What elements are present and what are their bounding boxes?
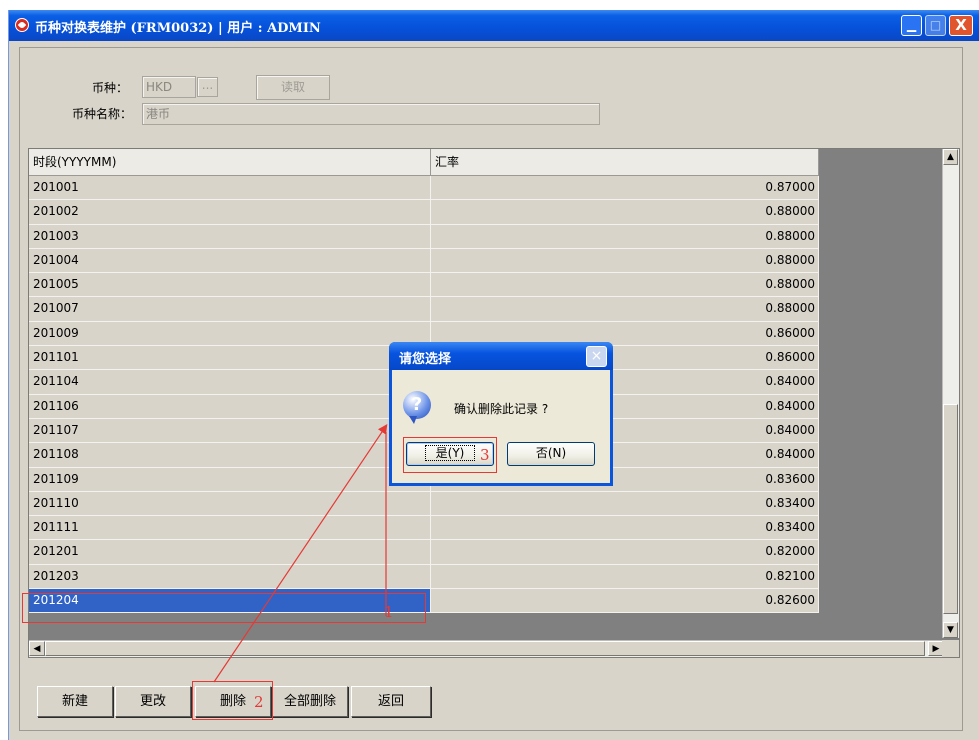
period-cell[interactable]: 201101 [29,346,431,371]
rate-cell[interactable]: 0.82600 [431,589,819,614]
scroll-corner [942,640,959,657]
back-button[interactable]: 返回 [351,686,431,717]
table-row[interactable]: 201002 0.88000 [29,200,819,225]
period-cell[interactable]: 201001 [29,176,431,201]
table-row[interactable]: 201111 0.83400 [29,516,819,541]
rate-cell[interactable]: 0.83400 [431,516,819,541]
title-bar[interactable]: 币种对换表维护 (FRM0032) | 用户 : ADMIN ▁ □ X [9,10,979,41]
delete-all-button[interactable]: 全部删除 [272,686,348,717]
read-button[interactable]: 读取 [256,75,330,100]
new-button[interactable]: 新建 [37,686,113,717]
minimize-button[interactable]: ▁ [901,15,922,36]
dialog-no-button[interactable]: 否(N) [507,442,595,466]
question-icon: ? [403,391,431,424]
period-cell[interactable]: 201110 [29,491,431,517]
rate-cell[interactable]: 0.82100 [431,564,819,590]
period-cell[interactable]: 201004 [29,248,431,274]
scroll-left-icon[interactable]: ◀ [29,641,45,656]
column-header-period[interactable]: 时段(YYYYMM) [29,149,431,176]
period-cell[interactable]: 201002 [29,200,431,225]
period-cell[interactable]: 201203 [29,564,431,590]
period-cell[interactable]: 201104 [29,370,431,395]
rate-cell[interactable]: 0.88000 [431,200,819,225]
horizontal-scrollbar[interactable]: ◀ ▶ [29,640,944,657]
table-row[interactable]: 201004 0.88000 [29,248,819,274]
currency-field[interactable]: HKD [142,76,196,98]
annotation-step-1: 1 [384,603,394,621]
table-row[interactable]: 201203 0.82100 [29,564,819,590]
period-cell[interactable]: 201009 [29,321,431,347]
period-cell[interactable]: 201007 [29,297,431,322]
horizontal-scroll-thumb[interactable] [45,641,925,656]
annotation-step-3: 3 [480,446,490,464]
currency-name-label: 币种名称： [72,107,133,121]
scroll-down-icon[interactable]: ▼ [943,622,958,638]
currency-label: 币种： [92,81,129,95]
table-row[interactable]: 201007 0.88000 [29,297,819,322]
scroll-up-icon[interactable]: ▲ [943,149,958,165]
rate-cell[interactable]: 0.87000 [431,176,819,201]
period-cell[interactable]: 201003 [29,224,431,249]
period-cell[interactable]: 201106 [29,394,431,419]
close-button[interactable]: X [949,15,973,36]
period-cell[interactable]: 201111 [29,516,431,541]
period-cell[interactable]: 201108 [29,443,431,468]
period-cell[interactable]: 201107 [29,418,431,444]
maximize-button[interactable]: □ [925,15,946,36]
window-title: 币种对换表维护 (FRM0032) | 用户 : ADMIN [35,21,321,36]
dialog-close-button[interactable]: × [586,346,607,367]
column-header-rate[interactable]: 汇率 [431,149,819,176]
browse-button[interactable]: ... [197,77,218,97]
vertical-scrollbar[interactable]: ▲ ▼ [942,149,959,638]
table-row[interactable]: 201003 0.88000 [29,224,819,249]
rate-cell[interactable]: 0.88000 [431,248,819,274]
table-row[interactable]: 201110 0.83400 [29,491,819,517]
dialog-title: 请您选择 [399,352,452,367]
rate-cell[interactable]: 0.83400 [431,491,819,517]
table-row[interactable]: 201005 0.88000 [29,273,819,298]
dialog-message: 确认删除此记录 ? [454,402,549,416]
annotation-step-2: 2 [254,693,264,711]
edit-button[interactable]: 更改 [115,686,191,717]
rate-cell[interactable]: 0.88000 [431,273,819,298]
rate-cell[interactable]: 0.82000 [431,540,819,565]
table-row[interactable]: 201201 0.82000 [29,540,819,565]
app-icon [15,18,29,32]
rate-cell[interactable]: 0.88000 [431,224,819,249]
period-cell[interactable]: 201201 [29,540,431,565]
rate-cell[interactable]: 0.88000 [431,297,819,322]
period-cell[interactable]: 201005 [29,273,431,298]
currency-name-field: 港币 [142,103,600,125]
table-row[interactable]: 201001 0.87000 [29,176,819,201]
dialog-title-bar[interactable]: 请您选择 × [389,342,613,370]
period-cell[interactable]: 201109 [29,467,431,492]
vertical-scroll-thumb[interactable] [943,404,958,614]
annotation-box-selected-row [22,593,426,623]
